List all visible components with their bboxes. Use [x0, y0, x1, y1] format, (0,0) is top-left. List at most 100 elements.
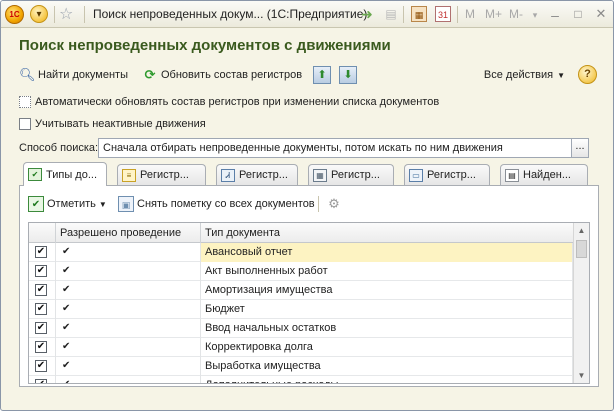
memory-add-button[interactable]: M+ [485, 7, 502, 21]
row-checkbox-cell: ✔ [29, 243, 56, 262]
panel-command-bar: ✔ Отметить ▼ ▣ Снять пометку со всех док… [28, 194, 588, 214]
chevron-down-icon[interactable]: ▾ [527, 7, 543, 23]
search-icon: 🔍︎ [19, 67, 36, 82]
calendar-icon[interactable]: 31 [435, 6, 451, 22]
search-mode-label: Способ поиска: [19, 142, 99, 154]
type-cell: Дополнительные расходы [201, 376, 573, 383]
row-checkbox[interactable]: ✔ [35, 246, 47, 258]
minimize-icon[interactable]: – [547, 7, 563, 23]
memory-subtract-button[interactable]: M- [509, 7, 523, 21]
find-documents-button[interactable]: 🔍︎ Найти документы [19, 64, 128, 86]
table-header: Разрешено проведение Тип документа [29, 223, 573, 243]
chevron-down-icon: ▼ [557, 70, 565, 80]
check-icon: ✔ [28, 196, 44, 212]
toolbar-separator [457, 6, 458, 23]
row-checkbox[interactable]: ✔ [35, 265, 47, 277]
calculator-icon[interactable]: ▦ [411, 6, 427, 22]
refresh-registers-button[interactable]: ⟳ Обновить состав регистров [142, 64, 303, 86]
auto-refresh-checkbox[interactable] [19, 96, 31, 108]
load-settings-icon: ⬆ [313, 66, 331, 84]
allowed-cell: ✔ [56, 300, 201, 319]
inactive-movements-checkbox[interactable] [19, 118, 31, 130]
table-row[interactable]: ✔ ✔ Выработка имущества [29, 357, 573, 376]
allowed-cell: ✔ [56, 357, 201, 376]
table-row[interactable]: ✔ ✔ Дополнительные расходы [29, 376, 573, 383]
tab-registers-2[interactable]: Ꮧ Регистр... [216, 164, 298, 185]
tab-registers-3[interactable]: ▦ Регистр... [308, 164, 394, 185]
type-cell: Ввод начальных остатков [201, 319, 573, 338]
save-settings-button[interactable]: ⬇ [339, 64, 360, 86]
unmark-all-label: Снять пометку со всех документов [137, 198, 315, 210]
memory-store-button[interactable]: M [465, 7, 475, 21]
search-mode-field[interactable]: Сначала отбирать непроведенные документы… [98, 138, 572, 158]
allowed-cell: ✔ [56, 262, 201, 281]
type-cell: Амортизация имущества [201, 281, 573, 300]
tab-registers-1[interactable]: ≡ Регистр... [117, 164, 206, 185]
tab-label: Регистр... [140, 169, 189, 181]
all-actions-menu[interactable]: Все действия ▼ [484, 64, 565, 86]
row-checkbox[interactable]: ✔ [35, 360, 47, 372]
mark-label: Отметить [47, 198, 96, 210]
auto-refresh-option[interactable]: Автоматически обновлять состав регистров… [19, 94, 439, 110]
app-logo-icon[interactable]: 1С [5, 5, 24, 24]
settings-button[interactable]: ⚙ [326, 194, 345, 214]
inactive-movements-option[interactable]: Учитывать неактивные движения [19, 116, 206, 132]
table-header-type[interactable]: Тип документа [201, 223, 573, 243]
unmark-all-button[interactable]: ▣ Снять пометку со всех документов [118, 194, 315, 214]
type-cell: Авансовый отчет [201, 243, 573, 262]
table-header-allowed[interactable]: Разрешено проведение [56, 223, 201, 243]
row-checkbox-cell: ✔ [29, 338, 56, 357]
row-checkbox[interactable]: ✔ [35, 284, 47, 296]
row-checkbox-cell: ✔ [29, 357, 56, 376]
maximize-icon[interactable]: □ [570, 6, 586, 22]
scroll-up-icon[interactable]: ▲ [574, 223, 589, 238]
row-checkbox[interactable]: ✔ [35, 341, 47, 353]
toolbar-separator [403, 6, 404, 23]
table-row[interactable]: ✔ ✔ Ввод начальных остатков [29, 319, 573, 338]
row-checkbox[interactable]: ✔ [35, 322, 47, 334]
main-menu-icon[interactable]: ▾ [30, 5, 48, 23]
toolbar-separator [84, 6, 85, 23]
tab-panel-document-types: ✔ Отметить ▼ ▣ Снять пометку со всех док… [19, 185, 599, 387]
table-row[interactable]: ✔ ✔ Бюджет [29, 300, 573, 319]
table-row[interactable]: ✔ ✔ Корректировка долга [29, 338, 573, 357]
search-mode-select-button[interactable]: ... [572, 138, 589, 158]
table-row[interactable]: ✔ ✔ Амортизация имущества [29, 281, 573, 300]
all-actions-label: Все действия [483, 69, 554, 81]
refresh-icon: ⟳ [144, 67, 156, 82]
print-icon[interactable]: ▤ [383, 6, 399, 22]
table-header-check[interactable] [29, 223, 56, 243]
refresh-registers-label: Обновить состав регистров [161, 69, 303, 81]
close-icon[interactable]: ✕ [593, 6, 609, 22]
scroll-thumb[interactable] [576, 240, 587, 258]
tab-found-documents[interactable]: ▤ Найден... [500, 164, 588, 185]
register-icon: ≡ [122, 168, 136, 182]
uncheck-icon: ▣ [118, 196, 134, 212]
help-button[interactable]: ? [578, 65, 597, 84]
row-checkbox[interactable]: ✔ [35, 303, 47, 315]
tab-registers-4[interactable]: ▭ Регистр... [404, 164, 490, 185]
inactive-movements-label: Учитывать неактивные движения [35, 118, 206, 130]
scroll-down-icon[interactable]: ▼ [574, 368, 589, 383]
information-register-icon: ▭ [409, 168, 423, 182]
favorites-star-icon[interactable]: ☆ [59, 4, 73, 24]
main-window: 1С ▾ ☆ Поиск непроведенных докум... (1С:… [0, 0, 614, 411]
row-checkbox[interactable]: ✔ [35, 379, 47, 383]
table-row[interactable]: ✔ ✔ Авансовый отчет [29, 243, 573, 262]
page-title: Поиск непроведенных документов с движени… [19, 37, 391, 54]
calculation-register-icon: ▦ [313, 168, 327, 182]
tab-document-types[interactable]: ✔ Типы до... [23, 162, 107, 186]
go-forward-icon[interactable]: ➜ [359, 6, 375, 22]
table-row[interactable]: ✔ ✔ Акт выполненных работ [29, 262, 573, 281]
vertical-scrollbar[interactable]: ▲ ▼ [573, 223, 589, 383]
window-title: Поиск непроведенных докум... (1С:Предпри… [93, 7, 368, 21]
allowed-cell: ✔ [56, 281, 201, 300]
load-settings-button[interactable]: ⬆ [313, 64, 334, 86]
row-checkbox-cell: ✔ [29, 281, 56, 300]
tab-label: Регистр... [331, 169, 380, 181]
mark-button[interactable]: ✔ Отметить ▼ [28, 194, 107, 214]
type-cell: Акт выполненных работ [201, 262, 573, 281]
allowed-cell: ✔ [56, 338, 201, 357]
tab-label: Регистр... [239, 169, 288, 181]
type-cell: Корректировка долга [201, 338, 573, 357]
